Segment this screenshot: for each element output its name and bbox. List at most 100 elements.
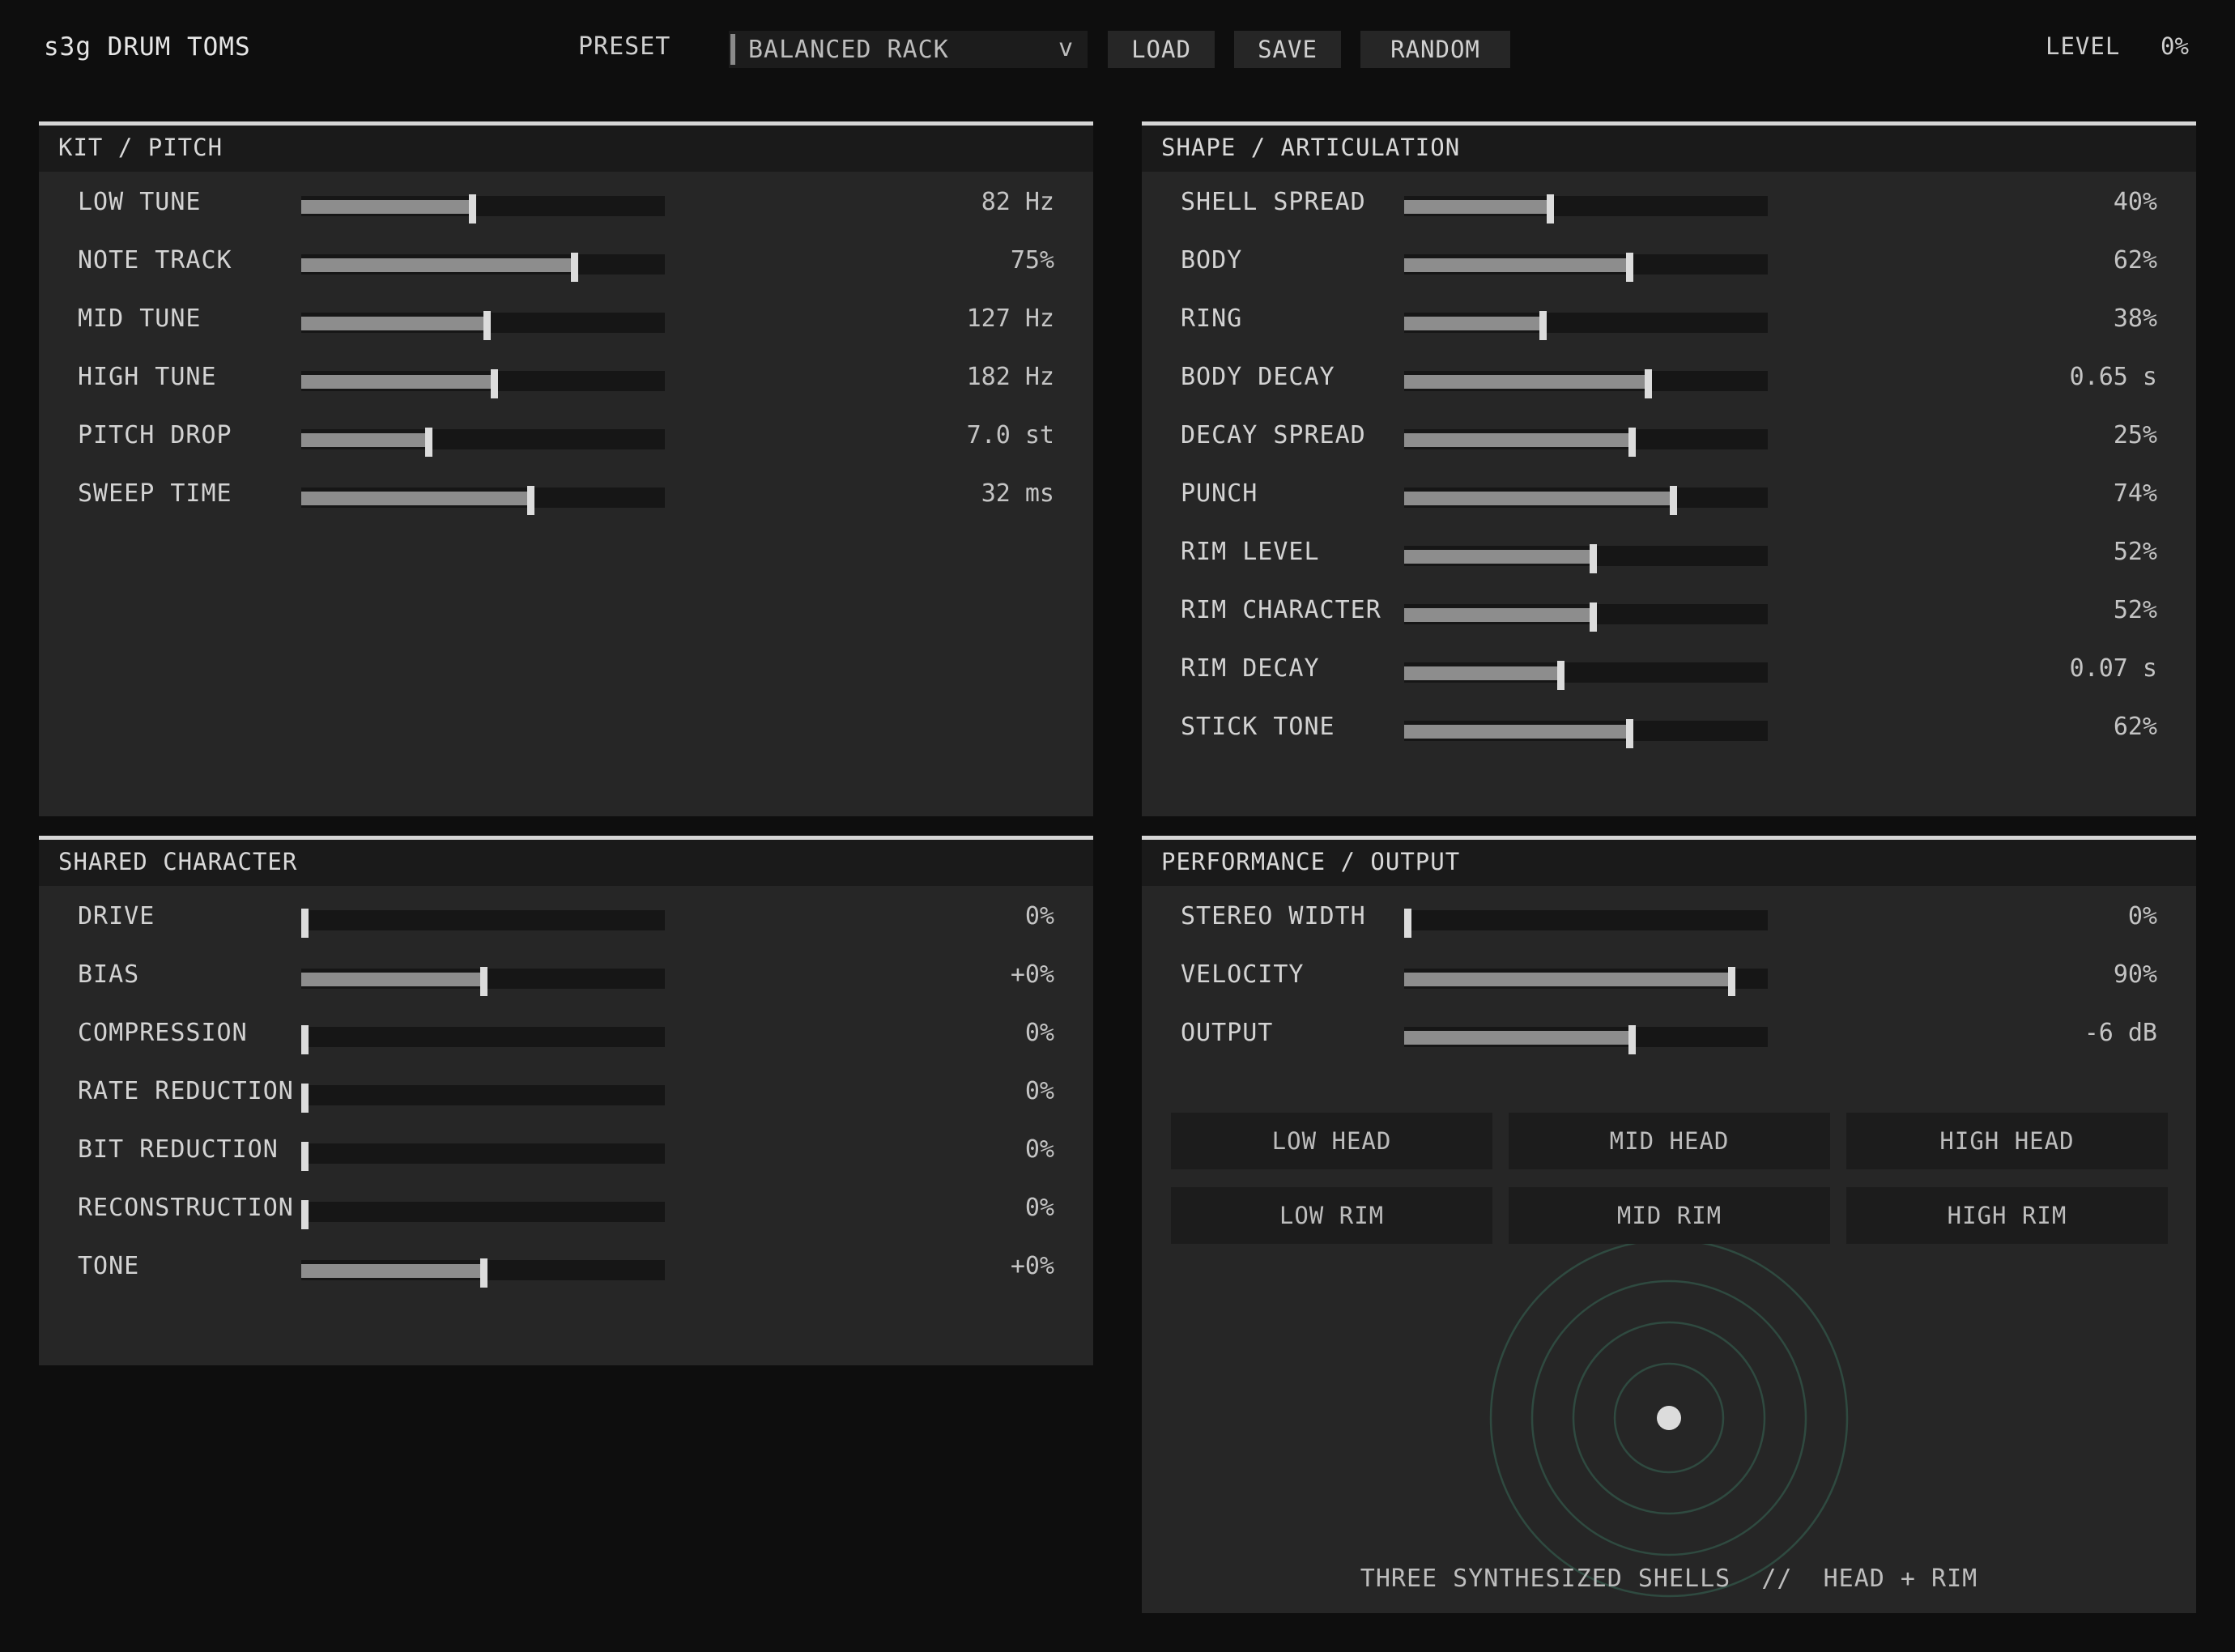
slider-value: 25% (2113, 421, 2157, 449)
slider-track[interactable] (1404, 311, 1768, 340)
slider-label: OUTPUT (1181, 1019, 1274, 1047)
save-button[interactable]: SAVE (1234, 31, 1341, 68)
slider-value: 52% (2113, 596, 2157, 624)
pad-mid-head[interactable]: MID HEAD (1509, 1113, 1830, 1169)
chevron-down-icon[interactable]: v (1058, 34, 1073, 62)
slider-row: SWEEP TIME 32 ms (39, 479, 1093, 520)
slider-label: RING (1181, 304, 1243, 333)
slider-track[interactable] (301, 967, 665, 996)
slider-track[interactable] (301, 311, 665, 340)
slider-thumb[interactable] (1628, 1025, 1636, 1054)
pad-low-rim[interactable]: LOW RIM (1171, 1187, 1492, 1244)
slider-thumb[interactable] (1670, 486, 1677, 515)
slider-row: LOW TUNE 82 Hz (39, 188, 1093, 228)
slider-track[interactable] (301, 909, 665, 938)
slider-track[interactable] (1404, 909, 1768, 938)
slider-thumb[interactable] (1626, 253, 1633, 282)
pad-high-rim[interactable]: HIGH RIM (1846, 1187, 2168, 1244)
slider-label: RECONSTRUCTION (78, 1194, 294, 1222)
slider-thumb[interactable] (1547, 194, 1554, 224)
slider-thumb[interactable] (480, 1258, 487, 1288)
slider-track[interactable] (301, 194, 665, 224)
slider-thumb[interactable] (483, 311, 491, 340)
pad-low-head[interactable]: LOW HEAD (1171, 1113, 1492, 1169)
preset-indicator (730, 34, 735, 65)
panel-title: SHAPE / ARTICULATION (1161, 134, 1461, 161)
slider-thumb[interactable] (1539, 311, 1547, 340)
slider-row: VELOCITY 90% (1142, 960, 2196, 1001)
slider-thumb[interactable] (301, 909, 309, 938)
slider-thumb[interactable] (301, 1025, 309, 1054)
slider-track[interactable] (301, 1258, 665, 1288)
slider-label: STICK TONE (1181, 713, 1335, 741)
drum-target-icon[interactable] (1488, 1237, 1850, 1599)
slider-fill (301, 1264, 483, 1278)
slider-fill (301, 492, 530, 505)
slider-row: RING 38% (1142, 304, 2196, 345)
preset-dropdown[interactable]: BALANCED RACK v (729, 31, 1088, 68)
slider-track[interactable] (1404, 486, 1768, 515)
slider-track[interactable] (1404, 967, 1768, 996)
slider-thumb[interactable] (469, 194, 476, 224)
slider-track[interactable] (1404, 719, 1768, 748)
slider-track[interactable] (1404, 661, 1768, 690)
slider-track[interactable] (1404, 369, 1768, 398)
slider-thumb[interactable] (480, 967, 487, 996)
slider-track[interactable] (301, 1142, 665, 1171)
slider-value: 0% (1024, 902, 1054, 930)
shared-character-panel: SHARED CHARACTER DRIVE 0% BIAS +0% COMPRESSI… (39, 836, 1093, 1365)
slider-thumb[interactable] (527, 486, 534, 515)
slider-row: DECAY SPREAD 25% (1142, 421, 2196, 462)
slider-thumb[interactable] (1628, 428, 1636, 457)
slider-track[interactable] (301, 1084, 665, 1113)
slider-value: 62% (2113, 713, 2157, 741)
slider-track[interactable] (301, 369, 665, 398)
slider-row: BIT REDUCTION 0% (39, 1135, 1093, 1176)
slider-thumb[interactable] (1728, 967, 1735, 996)
slider-fill (1404, 200, 1550, 214)
slider-label: DRIVE (78, 902, 155, 930)
slider-thumb[interactable] (1590, 602, 1597, 632)
slider-track[interactable] (1404, 602, 1768, 632)
preset-value: BALANCED RACK (748, 36, 949, 64)
slider-row: TONE +0% (39, 1252, 1093, 1292)
slider-thumb[interactable] (1557, 661, 1564, 690)
slider-track[interactable] (301, 486, 665, 515)
slider-row: PITCH DROP 7.0 st (39, 421, 1093, 462)
slider-thumb[interactable] (1645, 369, 1652, 398)
preset-label: PRESET (578, 32, 671, 61)
slider-value: 0% (2127, 902, 2157, 930)
slider-track[interactable] (1404, 194, 1768, 224)
top-bar: s3g DRUM TOMS PRESET BALANCED RACK v LOA… (0, 0, 2235, 97)
random-button[interactable]: RANDOM (1360, 31, 1510, 68)
slider-thumb[interactable] (301, 1084, 309, 1113)
slider-thumb[interactable] (571, 253, 578, 282)
slider-value: 7.0 st (966, 421, 1054, 449)
slider-row: RIM DECAY 0.07 s (1142, 654, 2196, 695)
level-value: 0% (2160, 32, 2189, 60)
slider-thumb[interactable] (1626, 719, 1633, 748)
slider-thumb[interactable] (1590, 544, 1597, 573)
slider-fill (1404, 433, 1632, 447)
slider-track[interactable] (1404, 1025, 1768, 1054)
slider-thumb[interactable] (301, 1142, 309, 1171)
slider-track[interactable] (301, 428, 665, 457)
pad-high-head[interactable]: HIGH HEAD (1846, 1113, 2168, 1169)
load-button[interactable]: LOAD (1108, 31, 1215, 68)
shape-articulation-panel: SHAPE / ARTICULATION SHELL SPREAD 40% BODY… (1142, 121, 2196, 816)
slider-track[interactable] (301, 1025, 665, 1054)
slider-track[interactable] (1404, 428, 1768, 457)
slider-track[interactable] (301, 1200, 665, 1229)
slider-thumb[interactable] (1404, 909, 1411, 938)
slider-thumb[interactable] (425, 428, 432, 457)
panel-header: KIT / PITCH (39, 121, 1093, 172)
panel-header: SHARED CHARACTER (39, 836, 1093, 886)
slider-fill (301, 200, 472, 214)
slider-thumb[interactable] (491, 369, 498, 398)
slider-track[interactable] (1404, 253, 1768, 282)
pad-mid-rim[interactable]: MID RIM (1509, 1187, 1830, 1244)
slider-track[interactable] (1404, 544, 1768, 573)
slider-thumb[interactable] (301, 1200, 309, 1229)
slider-track[interactable] (301, 253, 665, 282)
slider-value: 32 ms (981, 479, 1054, 508)
